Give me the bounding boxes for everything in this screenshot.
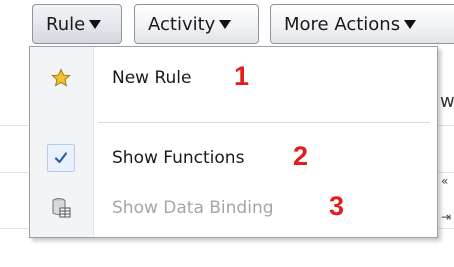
- annotation-number: 3: [329, 191, 345, 221]
- background-arrow-icon: ⇥: [441, 210, 452, 224]
- menu-item-show-data-binding: Show Data Binding 3: [30, 188, 437, 228]
- star-icon: [46, 64, 76, 92]
- rule-menu-label: Rule: [46, 13, 86, 35]
- page: w « ⇥ Rule Activity More Actions New Rul…: [0, 0, 454, 267]
- chevron-down-icon: [404, 20, 417, 29]
- checkmark-icon: [46, 144, 76, 172]
- menu-separator: [98, 122, 430, 123]
- menu-item-label: Show Functions: [112, 148, 245, 168]
- background-arrow-icon: «: [441, 174, 449, 188]
- toolbar: Rule Activity More Actions: [0, 0, 454, 48]
- background-partial-text: w: [440, 91, 454, 112]
- menu-item-label: Show Data Binding: [112, 198, 274, 218]
- database-table-icon: [46, 194, 76, 222]
- menu-item-label: New Rule: [112, 68, 192, 88]
- menu-item-show-functions[interactable]: Show Functions 2: [30, 138, 437, 178]
- activity-menu-button[interactable]: Activity: [134, 4, 259, 44]
- annotation-number: 2: [293, 141, 309, 171]
- rule-menu-button[interactable]: Rule: [32, 4, 122, 44]
- check-indicator: [47, 144, 75, 172]
- more-actions-menu-button[interactable]: More Actions: [270, 4, 454, 44]
- menu-item-new-rule[interactable]: New Rule 1: [30, 58, 437, 98]
- annotation-number: 1: [234, 61, 250, 91]
- more-actions-menu-label: More Actions: [284, 13, 401, 35]
- rule-dropdown-menu: New Rule 1 Show Functions 2 Show Data Bi…: [29, 46, 438, 238]
- chevron-down-icon: [89, 20, 102, 29]
- activity-menu-label: Activity: [148, 13, 216, 35]
- chevron-down-icon: [219, 20, 232, 29]
